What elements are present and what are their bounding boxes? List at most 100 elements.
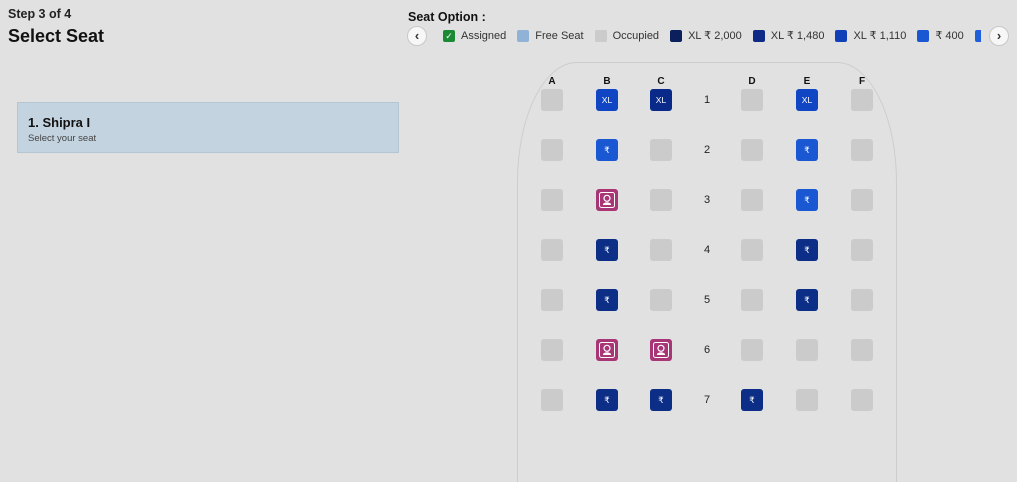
check-icon: ✓ — [443, 29, 455, 42]
legend-label: ₹ 400 — [935, 30, 964, 42]
seat-7a[interactable] — [541, 389, 563, 411]
seat-4f[interactable] — [851, 239, 873, 261]
legend-label: Assigned — [461, 29, 507, 42]
seat-label: ₹ — [604, 395, 610, 405]
seat-2a[interactable] — [541, 139, 563, 161]
legend-item: Free Seat — [517, 29, 584, 42]
seat-label: ₹ — [604, 295, 610, 305]
legend-swatch — [670, 29, 683, 42]
column-label-f: F — [858, 76, 866, 87]
seat-label: XL — [655, 95, 667, 105]
seat-1e[interactable]: XL — [796, 89, 818, 111]
column-label-d: D — [748, 76, 756, 87]
seat-label: ₹ — [604, 245, 610, 255]
seat-5e[interactable]: ₹ — [796, 289, 818, 311]
seat-2f[interactable] — [851, 139, 873, 161]
seat-1c[interactable]: XL — [650, 89, 672, 111]
legend-item: XL ₹ 1,480 — [752, 29, 825, 42]
seat-6d[interactable] — [741, 339, 763, 361]
seat-7d[interactable]: ₹ — [741, 389, 763, 411]
seat-5d[interactable] — [741, 289, 763, 311]
legend-swatch — [752, 29, 765, 42]
chevron-left-icon[interactable]: ‹ — [407, 26, 427, 46]
seat-label: ₹ — [804, 145, 810, 155]
column-label-c: C — [657, 76, 665, 87]
seat-3b[interactable] — [596, 189, 618, 211]
legend-swatch — [974, 29, 981, 42]
legend-label: XL ₹ 2,000 — [688, 30, 742, 42]
seat-label: ₹ — [804, 245, 810, 255]
seat-1a[interactable] — [541, 89, 563, 111]
seat-label: ₹ — [658, 395, 664, 405]
seat-label: ₹ — [804, 295, 810, 305]
chevron-right-icon[interactable]: › — [989, 26, 1009, 46]
passenger-name: 1. Shipra I — [28, 115, 91, 130]
row-number: 4 — [703, 244, 711, 256]
legend-item: ₹ 400 — [917, 29, 964, 42]
seat-3c[interactable] — [650, 189, 672, 211]
seat-4d[interactable] — [741, 239, 763, 261]
seat-3e[interactable]: ₹ — [796, 189, 818, 211]
female-passenger-icon — [653, 342, 669, 358]
seat-2e[interactable]: ₹ — [796, 139, 818, 161]
row-number: 7 — [703, 394, 711, 406]
seat-4e[interactable]: ₹ — [796, 239, 818, 261]
seat-7e[interactable] — [796, 389, 818, 411]
seat-6a[interactable] — [541, 339, 563, 361]
legend-swatch — [517, 29, 530, 42]
female-passenger-icon — [599, 342, 615, 358]
seat-5b[interactable]: ₹ — [596, 289, 618, 311]
seat-1b[interactable]: XL — [596, 89, 618, 111]
seat-3a[interactable] — [541, 189, 563, 211]
seat-3d[interactable] — [741, 189, 763, 211]
seat-3f[interactable] — [851, 189, 873, 211]
seat-6e[interactable] — [796, 339, 818, 361]
legend-item: XL ₹ 1,110 — [835, 29, 906, 42]
seat-label: XL — [801, 95, 813, 105]
seat-5c[interactable] — [650, 289, 672, 311]
column-label-e: E — [803, 76, 811, 87]
step-indicator: Step 3 of 4 — [8, 7, 72, 21]
page-title: Select Seat — [8, 26, 105, 46]
seat-2c[interactable] — [650, 139, 672, 161]
seat-7b[interactable]: ₹ — [596, 389, 618, 411]
seat-legend: ✓ Assigned Free Seat Occupied XL ₹ 2,000 XL ₹… — [443, 29, 981, 45]
legend-item: XL ₹ 2,000 — [670, 29, 742, 42]
seat-6f[interactable] — [851, 339, 873, 361]
seat-label: XL — [601, 95, 613, 105]
column-label-a: A — [548, 76, 556, 87]
passenger-card[interactable]: 1. Shipra I Select your seat — [17, 102, 399, 153]
seat-4a[interactable] — [541, 239, 563, 261]
seat-1d[interactable] — [741, 89, 763, 111]
seat-4b[interactable]: ₹ — [596, 239, 618, 261]
legend-swatch — [835, 29, 848, 42]
legend-item: ✓ Assigned — [443, 29, 507, 42]
legend-label: XL ₹ 1,480 — [770, 30, 825, 42]
seat-option-title: Seat Option : — [408, 10, 486, 24]
cabin-outline — [517, 62, 897, 482]
seat-6c[interactable] — [650, 339, 672, 361]
legend-swatch — [594, 29, 607, 42]
seat-1f[interactable] — [851, 89, 873, 111]
legend-label: Occupied — [612, 29, 660, 42]
seat-label: ₹ — [749, 395, 755, 405]
seat-label: ₹ — [604, 145, 610, 155]
seat-4c[interactable] — [650, 239, 672, 261]
row-number: 3 — [703, 194, 711, 206]
row-number: 6 — [703, 344, 711, 356]
legend-item: ₹ — [974, 29, 981, 42]
legend-label: XL ₹ 1,110 — [853, 30, 907, 42]
seat-7f[interactable] — [851, 389, 873, 411]
seat-5a[interactable] — [541, 289, 563, 311]
passenger-subtitle: Select your seat — [28, 133, 97, 144]
seat-2d[interactable] — [741, 139, 763, 161]
legend-label: Free Seat — [535, 29, 584, 42]
female-passenger-icon — [599, 192, 615, 208]
legend-swatch — [917, 29, 930, 42]
seat-7c[interactable]: ₹ — [650, 389, 672, 411]
seat-6b[interactable] — [596, 339, 618, 361]
row-number: 1 — [703, 94, 711, 106]
row-number: 5 — [703, 294, 711, 306]
seat-5f[interactable] — [851, 289, 873, 311]
seat-2b[interactable]: ₹ — [596, 139, 618, 161]
